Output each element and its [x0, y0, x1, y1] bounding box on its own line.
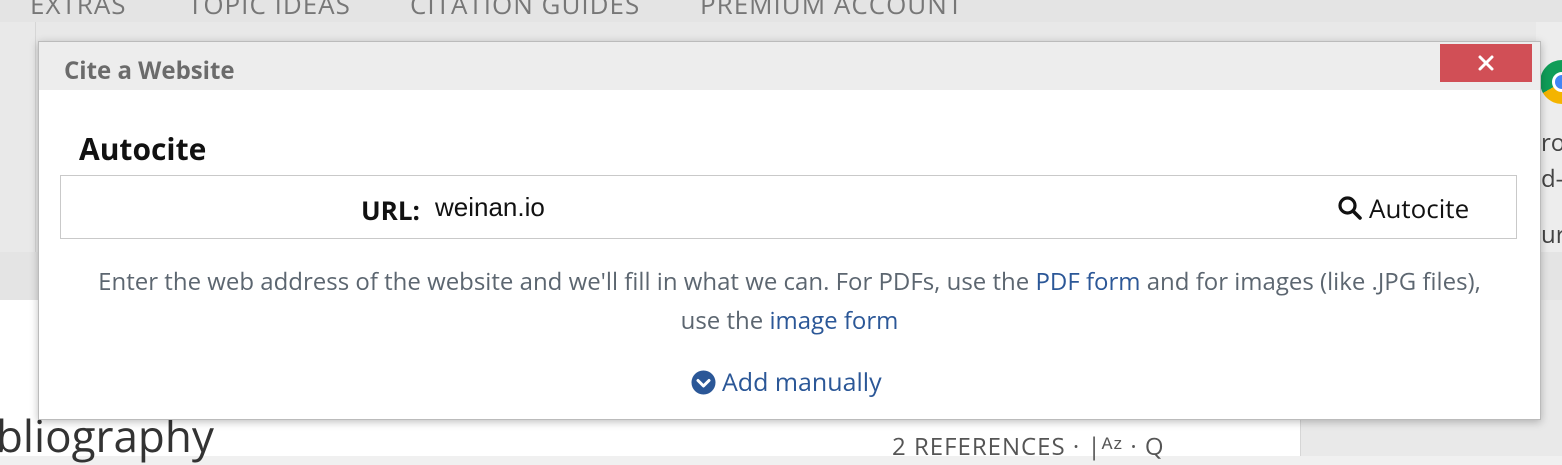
background-side-text: ro: [1541, 126, 1562, 159]
image-form-link[interactable]: image form: [769, 304, 898, 337]
background-side-text: d-: [1541, 162, 1562, 195]
background-nav-bar: EXTRAS TOPIC IDEAS CITATION GUIDES PREMI…: [0, 0, 1562, 22]
close-button[interactable]: [1440, 44, 1532, 82]
chevron-down-circle-icon: [691, 370, 716, 394]
url-box: URL: Autocite: [60, 175, 1517, 239]
autocite-button-label: Autocite: [1369, 190, 1470, 226]
background-left-panel: [0, 22, 36, 252]
references-count: 2 REFERENCES · |ᴬᶻ · Q: [892, 430, 1165, 463]
url-input[interactable]: [435, 186, 1275, 228]
close-icon: [1478, 55, 1494, 71]
pdf-form-link[interactable]: PDF form: [1035, 265, 1140, 298]
nav-item-extras[interactable]: EXTRAS: [30, 0, 127, 22]
modal-title: Cite a Website: [64, 54, 235, 87]
search-icon: [1338, 196, 1362, 220]
nav-item-premium-account[interactable]: PREMIUM ACCOUNT: [700, 0, 963, 22]
search-icon[interactable]: Q: [1145, 430, 1165, 463]
nav-item-topic-ideas[interactable]: TOPIC IDEAS: [188, 0, 351, 22]
autocite-heading: Autocite: [79, 128, 207, 169]
url-label: URL:: [361, 192, 420, 228]
help-text: Enter the web address of the website and…: [79, 262, 1500, 340]
add-manually-label: Add manually: [722, 365, 882, 399]
cite-website-modal: Cite a Website Autocite URL: Autocite En…: [38, 41, 1541, 420]
sort-icon[interactable]: · |ᴬᶻ ·: [1073, 430, 1138, 463]
references-label: 2 REFERENCES: [892, 430, 1066, 463]
autocite-button[interactable]: Autocite: [1337, 188, 1469, 228]
help-text-part1: Enter the web address of the website and…: [98, 265, 1036, 298]
background-side-text: ur: [1541, 218, 1562, 251]
nav-item-citation-guides[interactable]: CITATION GUIDES: [410, 0, 640, 22]
add-manually-button[interactable]: Add manually: [691, 365, 882, 399]
modal-header: Cite a Website: [39, 42, 1540, 90]
